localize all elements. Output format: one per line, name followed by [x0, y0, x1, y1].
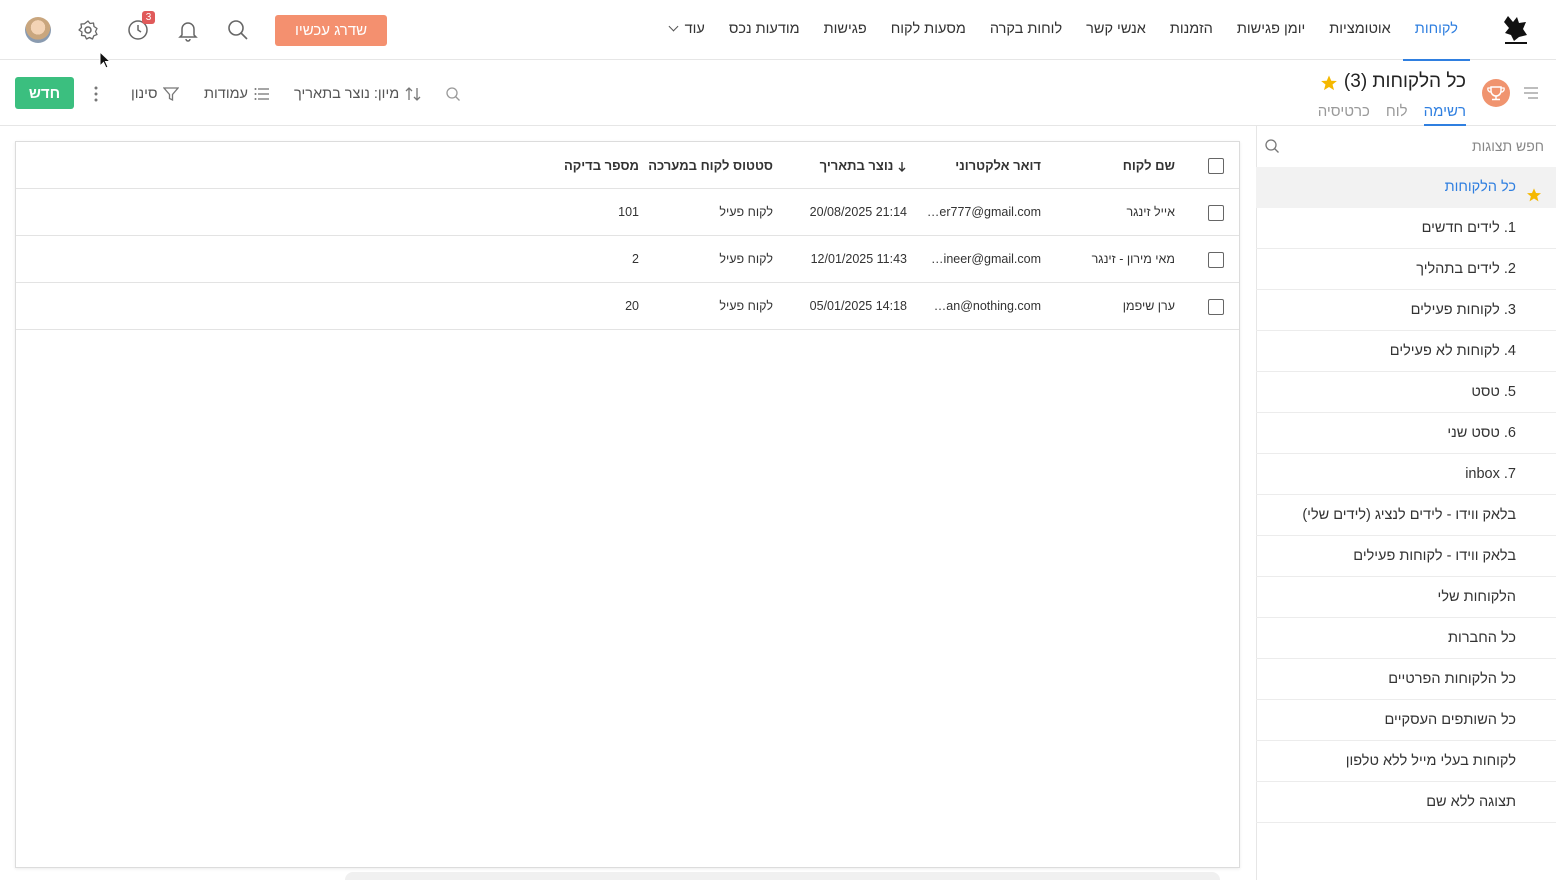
cell-email[interactable]: …ineer@gmail.com [916, 236, 1041, 283]
select-all-checkbox[interactable] [1208, 158, 1224, 174]
filter-button[interactable]: סינון [131, 84, 180, 104]
nav-item-more[interactable]: עוד [658, 0, 717, 60]
cell-name[interactable]: ערן שיפמן [1055, 283, 1175, 330]
nav-item-customers[interactable]: לקוחות [1402, 0, 1471, 61]
sidebar-item-black-video-leads[interactable]: בלאק ווידו - לידים לנציג (לידים שלי) [1256, 495, 1556, 536]
nav-item-meetings[interactable]: פגישות [812, 0, 879, 60]
cell-check-number: 101 [618, 205, 639, 219]
sidebar-item-my-customers[interactable]: הלקוחות שלי [1256, 577, 1556, 618]
table-row[interactable]: אייל זינגר …er777@gmail.com 20/08/2025 2… [16, 189, 1239, 236]
sidebar-item-test[interactable]: 5. טסט [1256, 372, 1556, 413]
columns-button[interactable]: עמודות [204, 84, 270, 104]
table-row[interactable]: מאי מירון - זינגר …ineer@gmail.com 12/01… [16, 236, 1239, 283]
column-header-created[interactable]: נוצר בתאריך [787, 142, 907, 189]
columns-label: עמודות [204, 86, 248, 102]
cell-status[interactable]: לקוח פעיל [653, 283, 773, 330]
column-header-check-number[interactable]: מספר בדיקה [519, 142, 639, 189]
main-nav: לקוחות אוטומציות יומן פגישות הזמנות אנשי… [658, 0, 1471, 61]
column-header-created-label: נוצר בתאריך [819, 158, 894, 173]
sidebar-item-all-private-customers[interactable]: כל הלקוחות הפרטיים [1256, 659, 1556, 700]
tab-board[interactable]: לוח [1386, 103, 1408, 124]
nav-item-automations[interactable]: אוטומציות [1317, 0, 1403, 60]
notification-badge: 3 [142, 11, 155, 24]
cell-check-number: 20 [625, 299, 639, 313]
view-tabs: רשימה לוח כרטיסיה [1318, 103, 1467, 126]
row-checkbox[interactable] [1208, 252, 1224, 268]
nav-more-label: עוד [684, 21, 705, 37]
row-checkbox[interactable] [1208, 205, 1224, 221]
sidebar-item-active-customers[interactable]: 3. לקוחות פעילים [1256, 290, 1556, 331]
cell-email[interactable]: …an@nothing.com [916, 283, 1041, 330]
column-header-status[interactable]: סטטוס לקוח במערכה [643, 142, 773, 189]
cell-status[interactable]: לקוח פעיל [653, 189, 773, 236]
table-search-icon[interactable] [445, 84, 461, 104]
search-icon[interactable] [226, 18, 250, 42]
sidebar-item-test-two[interactable]: 6. טסט שני [1256, 413, 1556, 454]
filter-icon [163, 87, 180, 102]
cell-created: 20/08/2025 21:14 [809, 205, 907, 219]
new-button[interactable]: חדש [15, 77, 74, 109]
favorite-star-icon[interactable] [1320, 74, 1338, 95]
nav-item-dashboards[interactable]: לוחות בקרה [978, 0, 1074, 60]
app-logo[interactable] [1502, 13, 1530, 47]
cell-check-number: 2 [632, 252, 639, 266]
sidebar-item-unnamed-view[interactable]: תצוגה ללא שם [1256, 782, 1556, 823]
sidebar-item-all-companies[interactable]: כל החברות [1256, 618, 1556, 659]
sort-button[interactable]: מיון: נוצר בתאריך [294, 84, 421, 104]
nav-item-property-ads[interactable]: מודעות נכס [717, 0, 812, 60]
chevron-down-icon [668, 21, 679, 32]
column-header-name[interactable]: שם לקוח [1055, 142, 1175, 189]
cell-created: 05/01/2025 14:18 [809, 299, 907, 313]
filter-label: סינון [131, 86, 158, 102]
sort-arrow-down-icon [897, 142, 907, 189]
horizontal-scrollbar[interactable] [345, 872, 1220, 880]
sidebar-item-leads-in-progress[interactable]: 2. לידים בתהליך [1256, 249, 1556, 290]
nav-item-orders[interactable]: הזמנות [1158, 0, 1225, 60]
sidebar-item-email-no-phone[interactable]: לקוחות בעלי מייל ללא טלפון [1256, 741, 1556, 782]
menu-icon[interactable] [1524, 86, 1538, 102]
sidebar-item-label: כל הלקוחות [1444, 179, 1516, 195]
sort-icon [405, 87, 421, 101]
page-title: כל הלקוחות (3) [1343, 71, 1466, 92]
columns-icon [254, 88, 269, 100]
table-row[interactable]: ערן שיפמן …an@nothing.com 05/01/2025 14:… [16, 283, 1239, 330]
customers-table: שם לקוח דואר אלקטרוני נוצר בתאריך סטטוס … [15, 141, 1240, 868]
tab-cards[interactable]: כרטיסיה [1318, 103, 1370, 124]
sidebar-item-inbox[interactable]: 7. inbox [1256, 454, 1556, 495]
cell-name[interactable]: אייל זינגר [1055, 189, 1175, 236]
upgrade-button[interactable]: שדרג עכשיו [275, 15, 387, 46]
sidebar-item-all-business-partners[interactable]: כל השותפים העסקיים [1256, 700, 1556, 741]
views-search-field[interactable]: חפש תצוגות [1264, 136, 1544, 158]
sidebar-item-inactive-customers[interactable]: 4. לקוחות לא פעילים [1256, 331, 1556, 372]
sidebar-item-new-leads[interactable]: 1. לידים חדשים [1256, 208, 1556, 249]
cell-created: 12/01/2025 11:43 [810, 252, 907, 266]
table-header-row: שם לקוח דואר אלקטרוני נוצר בתאריך סטטוס … [16, 142, 1239, 189]
cell-name[interactable]: מאי מירון - זינגר [1055, 236, 1175, 283]
trophy-icon [1482, 79, 1510, 107]
nav-item-meetings-calendar[interactable]: יומן פגישות [1225, 0, 1317, 60]
views-search-placeholder: חפש תצוגות [1471, 138, 1544, 154]
cell-status[interactable]: לקוח פעיל [653, 236, 773, 283]
sort-label: מיון: נוצר בתאריך [294, 86, 400, 102]
sidebar-item-black-video-active[interactable]: בלאק ווידו - לקוחות פעילים [1256, 536, 1556, 577]
top-navbar: לקוחות אוטומציות יומן פגישות הזמנות אנשי… [0, 0, 1556, 61]
row-checkbox[interactable] [1208, 299, 1224, 315]
bell-icon[interactable] [176, 18, 200, 42]
sidebar-item-all-customers[interactable]: כל הלקוחות [1256, 167, 1556, 208]
gear-icon[interactable] [76, 18, 100, 42]
search-icon [1265, 139, 1279, 153]
views-list: כל הלקוחות 1. לידים חדשים 2. לידים בתהלי… [1256, 167, 1556, 823]
cell-email[interactable]: …er777@gmail.com [916, 189, 1041, 236]
nav-item-contacts[interactable]: אנשי קשר [1074, 0, 1158, 60]
user-avatar[interactable] [25, 17, 51, 43]
column-header-email[interactable]: דואר אלקטרוני [901, 142, 1041, 189]
tab-list[interactable]: רשימה [1423, 103, 1467, 126]
more-options-icon[interactable] [90, 84, 102, 104]
nav-item-customer-journeys[interactable]: מסעות לקוח [879, 0, 978, 60]
